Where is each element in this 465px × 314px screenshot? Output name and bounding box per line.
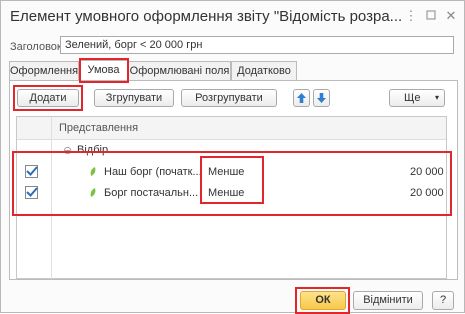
more-menu-button[interactable]: Ще ▾: [389, 89, 445, 107]
kebab-menu-icon[interactable]: ⋮: [404, 9, 418, 23]
highlight-frame: [200, 156, 264, 204]
highlight-frame: [13, 85, 83, 111]
dialog-window: Елемент умовного оформлення звіту "Відом…: [0, 0, 465, 314]
tab-formatted-fields[interactable]: Оформлювані поля: [128, 61, 231, 80]
move-down-button[interactable]: [313, 89, 330, 107]
maximize-icon[interactable]: [424, 9, 438, 23]
move-up-button[interactable]: [293, 89, 310, 107]
arrow-up-icon: [297, 93, 306, 103]
highlight-frame: [295, 287, 350, 314]
more-label: Ще: [404, 92, 421, 104]
tab-appearance[interactable]: Оформлення: [9, 61, 79, 80]
ungroup-button[interactable]: Розгрупувати: [181, 89, 277, 107]
heading-label: Заголовок:: [10, 41, 65, 53]
column-header-presentation: Представлення: [59, 122, 139, 134]
highlight-frame: [79, 58, 129, 83]
window-title: Елемент умовного оформлення звіту "Відом…: [10, 8, 403, 25]
help-button[interactable]: ?: [432, 291, 454, 310]
dropdown-arrow-icon: ▾: [434, 93, 439, 102]
tab-additional[interactable]: Додатково: [231, 61, 297, 80]
close-icon[interactable]: ✕: [444, 9, 458, 23]
arrow-down-icon: [317, 93, 326, 103]
heading-input[interactable]: Зелений, борг < 20 000 грн: [60, 36, 454, 54]
cancel-button[interactable]: Відмінити: [353, 291, 423, 310]
group-button[interactable]: Згрупувати: [94, 89, 174, 107]
title-bar: Елемент умовного оформлення звіту "Відом…: [1, 1, 464, 31]
table-header: Представлення: [17, 117, 446, 140]
